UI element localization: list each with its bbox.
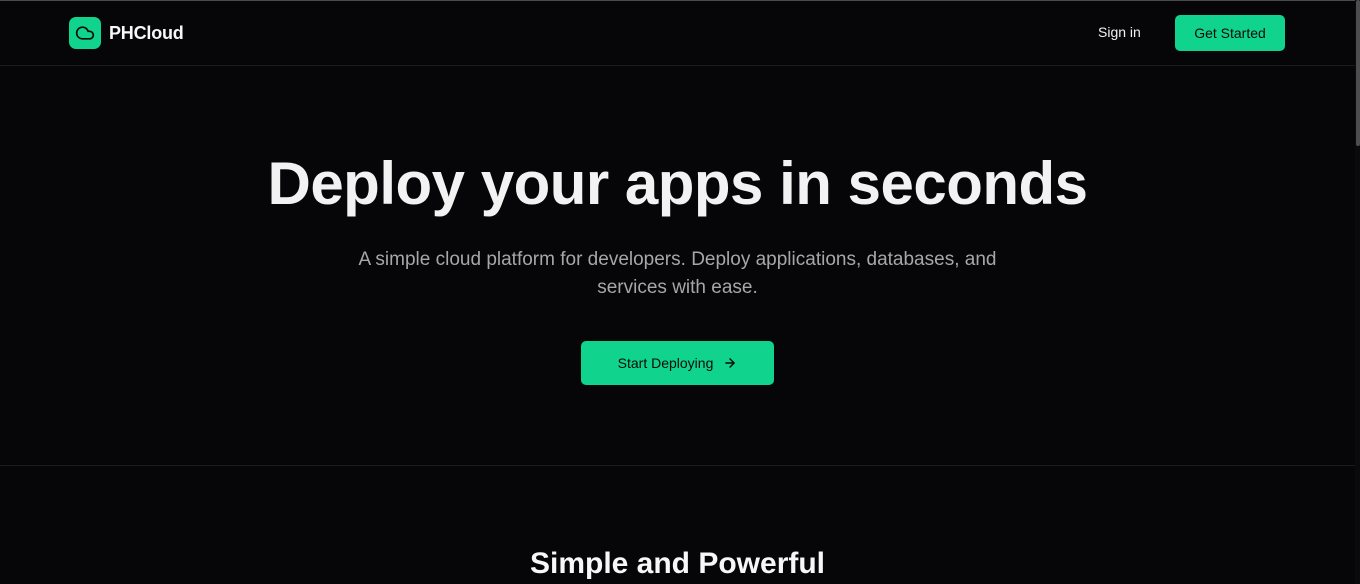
brand-name: PHCloud (109, 22, 184, 43)
hero-section: Deploy your apps in seconds A simple clo… (0, 66, 1355, 466)
arrow-right-icon (723, 356, 737, 370)
get-started-button[interactable]: Get Started (1175, 15, 1285, 51)
landing-page: PHCloud Sign in Get Started Deploy your … (0, 0, 1360, 584)
site-header: PHCloud Sign in Get Started (0, 1, 1355, 66)
hero-title: Deploy your apps in seconds (267, 150, 1088, 217)
brand-link[interactable]: PHCloud (69, 17, 184, 49)
features-title: Simple and Powerful (529, 547, 826, 580)
start-deploying-label: Start Deploying (617, 355, 714, 371)
scrollbar[interactable] (1355, 0, 1360, 584)
start-deploying-button[interactable]: Start Deploying (581, 341, 774, 385)
brand-logo (69, 17, 101, 49)
signin-link[interactable]: Sign in (1098, 24, 1141, 40)
scrollbar-thumb[interactable] (1356, 0, 1360, 146)
hero-subtitle: A simple cloud platform for developers. … (358, 249, 997, 298)
cloud-icon (75, 26, 95, 40)
